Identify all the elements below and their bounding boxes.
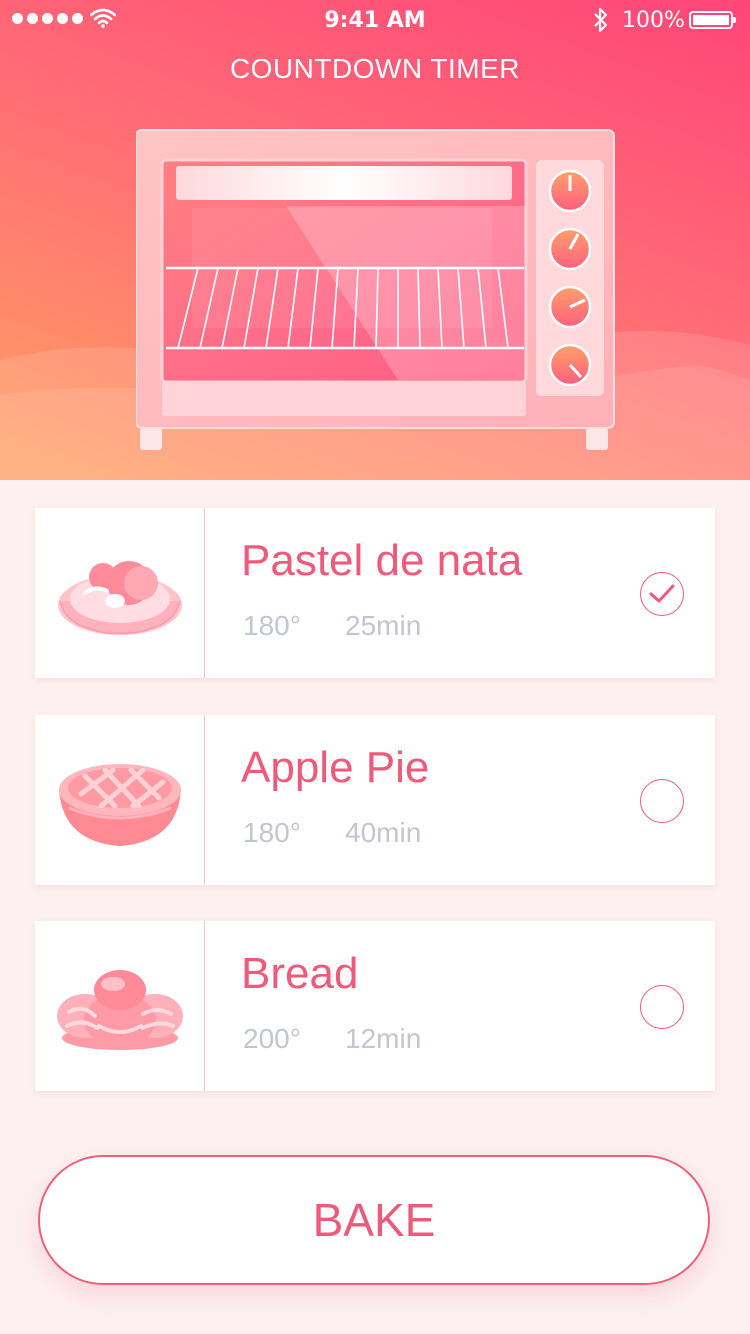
- recipe-card-bread[interactable]: Bread 200° 12min: [35, 921, 715, 1091]
- select-radio[interactable]: [640, 779, 684, 823]
- hero-header: 9:41 AM 100% COUNTDOWN TIMER: [0, 0, 750, 480]
- recipe-name: Apple Pie: [241, 743, 430, 792]
- select-radio[interactable]: [640, 985, 684, 1029]
- bake-button[interactable]: BAKE: [38, 1155, 710, 1285]
- recipe-name: Bread: [241, 949, 359, 998]
- recipe-temperature: 180°: [243, 610, 301, 641]
- select-radio-checked[interactable]: [640, 572, 684, 616]
- page-title: COUNTDOWN TIMER: [229, 53, 521, 84]
- recipe-duration: 25min: [345, 610, 422, 641]
- recipe-thumbnail: [35, 921, 205, 1091]
- recipe-thumbnail: [35, 715, 205, 885]
- pastel-de-nata-icon: [58, 561, 182, 635]
- battery-icon: [689, 11, 736, 29]
- status-bar: 9:41 AM 100%: [0, 0, 750, 40]
- apple-pie-icon: [59, 764, 181, 846]
- checkmark-icon: [649, 584, 675, 603]
- battery-percentage: 100%: [622, 8, 685, 33]
- recipe-card-pastel-de-nata[interactable]: Pastel de nata 180° 25min: [35, 508, 715, 678]
- bluetooth-icon: [594, 7, 608, 33]
- recipe-card-apple-pie[interactable]: Apple Pie 180° 40min: [35, 715, 715, 885]
- recipe-name: Pastel de nata: [241, 536, 523, 585]
- recipe-thumbnail: [35, 508, 205, 678]
- recipe-duration: 12min: [345, 1023, 422, 1054]
- recipe-temperature: 200°: [243, 1023, 301, 1054]
- recipe-temperature: 180°: [243, 817, 301, 848]
- recipe-duration: 40min: [345, 817, 422, 848]
- bread-icon: [57, 970, 183, 1050]
- oven-illustration: [136, 129, 615, 450]
